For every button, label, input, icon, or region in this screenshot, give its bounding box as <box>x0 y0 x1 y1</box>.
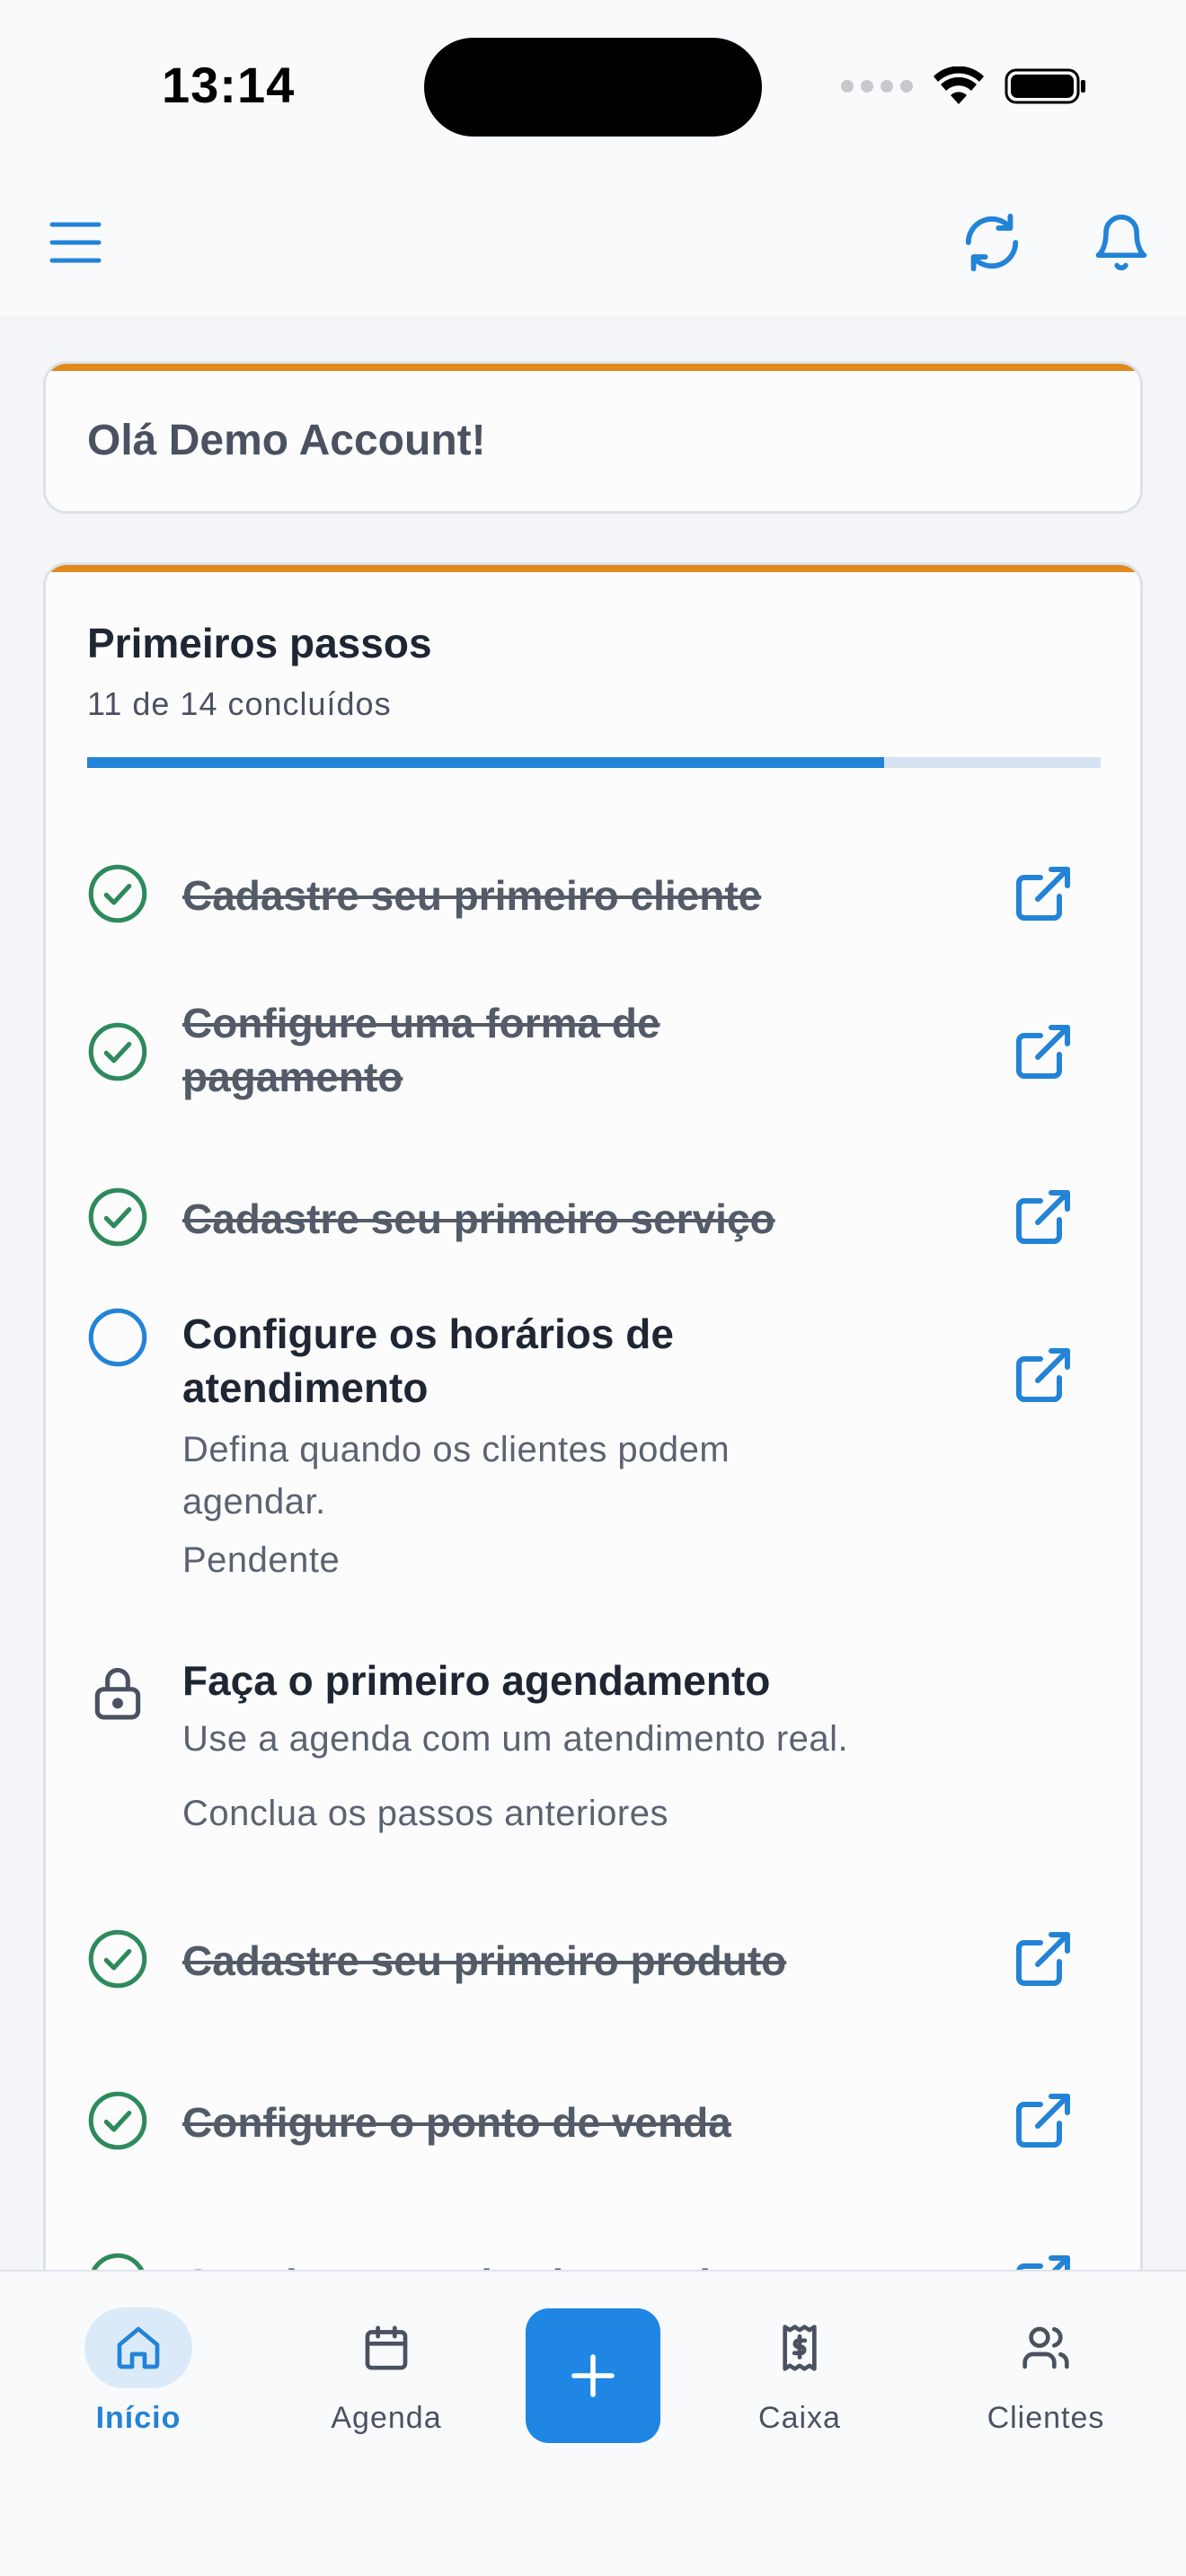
refresh-button[interactable] <box>956 207 1028 278</box>
status-time: 13:14 <box>162 57 296 113</box>
circle-icon <box>88 1308 147 1367</box>
external-link-icon[interactable] <box>1011 2088 1075 2153</box>
step-description: Use a agenda com um atendimento real. <box>182 1719 849 1759</box>
main-content: Olá Demo Account! Primeiros passos 11 de… <box>0 316 1186 2270</box>
step-status: Conclua os passos anteriores <box>182 1794 668 1833</box>
lock-icon <box>94 1668 141 1720</box>
greeting-text: Olá Demo Account! <box>87 417 486 464</box>
step-title: Faça o primeiro agendamento <box>182 1657 771 1704</box>
menu-button[interactable] <box>40 207 111 278</box>
greeting-card: Olá Demo Account! <box>43 361 1143 514</box>
step-status: Pendente <box>182 1540 341 1580</box>
external-link-icon[interactable] <box>1011 1019 1075 1084</box>
tab-clientes-icon-wrap <box>992 2307 1100 2388</box>
menu-icon <box>49 222 102 263</box>
tab-agenda-label: Agenda <box>331 2401 442 2435</box>
step-title: Configure os horários de atendimento <box>182 1310 674 1411</box>
home-icon <box>117 2326 160 2369</box>
app-header <box>0 162 1186 316</box>
tab-home-icon-wrap <box>84 2307 192 2388</box>
external-link-icon[interactable] <box>1011 2250 1075 2270</box>
wifi-icon <box>934 66 984 104</box>
tab-home[interactable]: Início <box>40 2307 237 2442</box>
tab-clientes-label: Clientes <box>987 2401 1105 2435</box>
step-title: Conclua sua primeira venda <box>182 2257 919 2270</box>
receipt-icon <box>783 2325 817 2371</box>
plus-icon <box>571 2354 615 2397</box>
dynamic-island <box>424 38 762 137</box>
external-link-icon[interactable] <box>1011 1343 1075 1407</box>
check-circle-icon <box>88 2091 147 2150</box>
signal-icon <box>841 80 913 93</box>
external-link-icon[interactable] <box>1011 1927 1075 1991</box>
onboarding-progress-text: 11 de 14 concluídos <box>87 685 392 722</box>
onboarding-title: Primeiros passos <box>87 620 432 666</box>
check-circle-icon <box>88 1929 147 1989</box>
step-description: Defina quando os clientes podem agendar. <box>182 1430 730 1522</box>
external-link-icon[interactable] <box>1011 861 1075 926</box>
step-title: Configure uma forma de pagamento <box>182 1000 660 1100</box>
refresh-icon <box>965 213 1019 272</box>
onboarding-card: Primeiros passos 11 de 14 concluídos Cad… <box>43 562 1143 2270</box>
step-title: Cadastre seu primeiro cliente <box>182 872 762 919</box>
tab-caixa-icon-wrap <box>746 2307 854 2388</box>
check-circle-icon <box>88 1187 147 1247</box>
tab-caixa-label: Caixa <box>758 2401 841 2435</box>
tab-agenda[interactable]: Agenda <box>288 2307 485 2442</box>
status-bar: 13:14 <box>0 0 1186 162</box>
tab-agenda-icon-wrap <box>332 2307 440 2388</box>
progress-fill <box>87 757 884 768</box>
step-title: Configure o ponto de venda <box>182 2099 731 2146</box>
step-title: Cadastre seu primeiro serviço <box>182 1195 775 1242</box>
battery-icon <box>1005 68 1085 104</box>
tab-clientes[interactable]: Clientes <box>947 2307 1145 2442</box>
add-button[interactable] <box>526 2308 660 2443</box>
check-circle-icon <box>88 864 147 923</box>
bell-icon <box>1095 214 1147 270</box>
notifications-button[interactable] <box>1085 207 1157 278</box>
users-icon <box>1022 2326 1069 2369</box>
calendar-icon <box>365 2325 408 2370</box>
tab-caixa[interactable]: Caixa <box>701 2307 898 2442</box>
tab-home-label: Início <box>95 2401 181 2435</box>
onboarding-progress-bar <box>87 757 1101 768</box>
status-icons <box>841 61 1087 111</box>
check-circle-icon <box>88 1022 147 1081</box>
check-circle-icon <box>91 2253 145 2270</box>
step-title: Cadastre seu primeiro produto <box>182 1937 787 1984</box>
external-link-icon[interactable] <box>1011 1185 1075 1249</box>
